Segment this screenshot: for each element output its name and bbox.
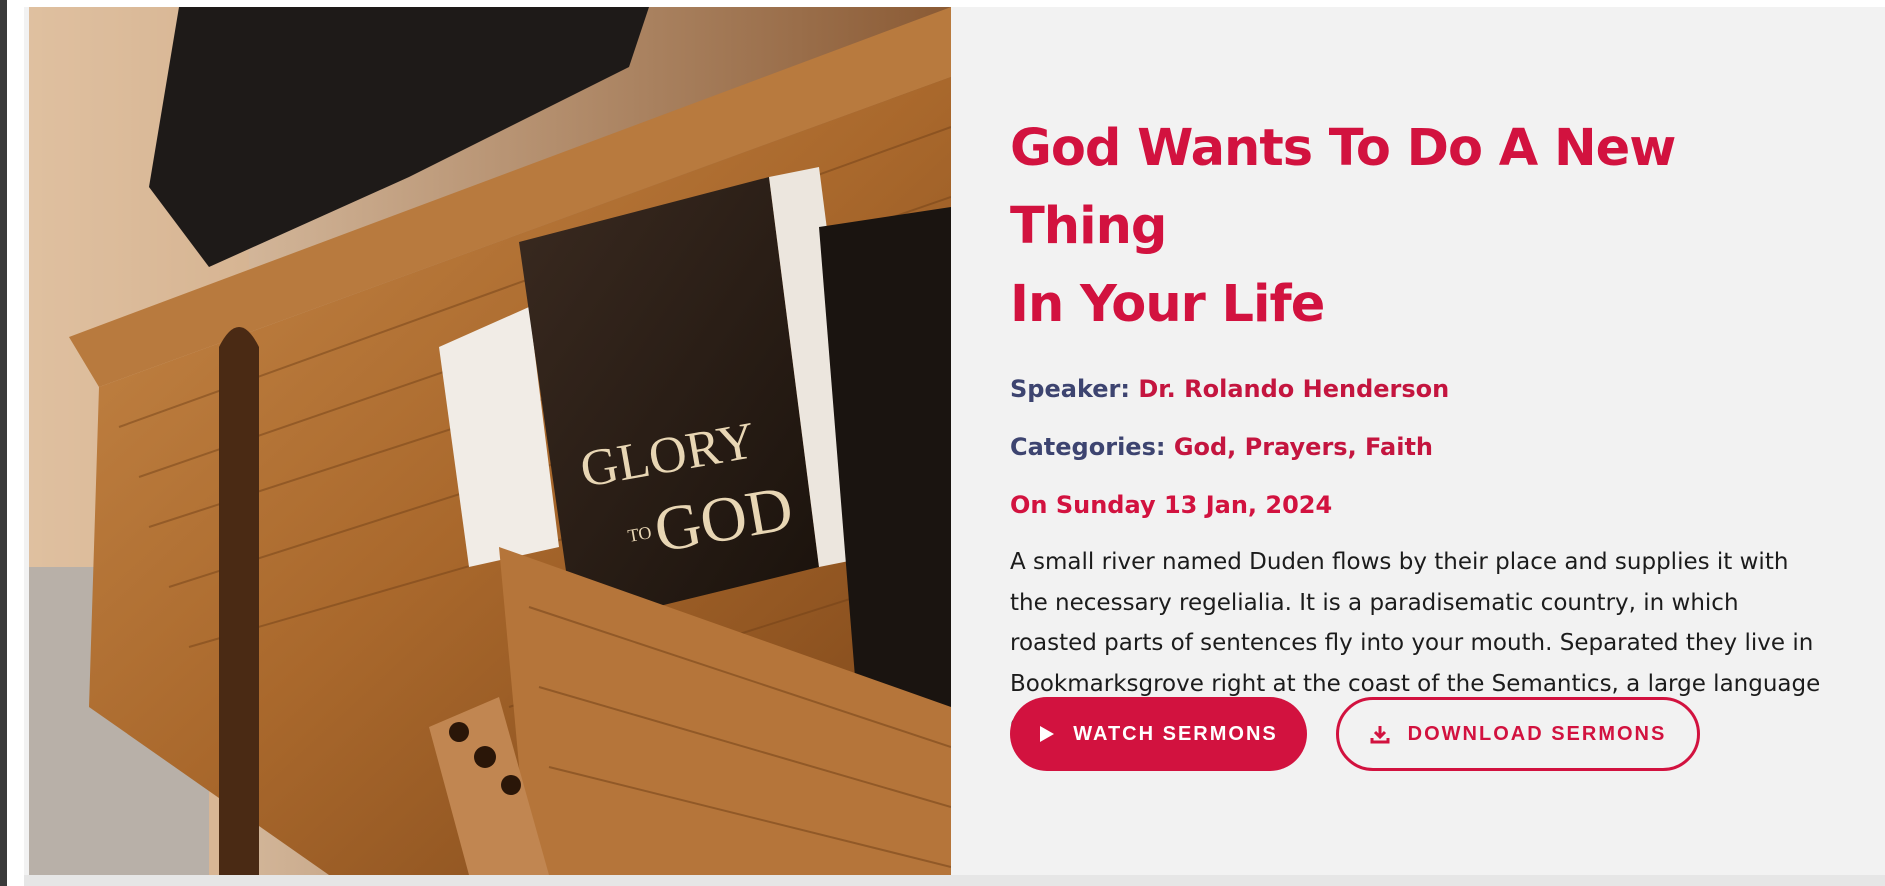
speaker-row: Speaker: Dr. Rolando Henderson [1010, 374, 1830, 404]
card-bottom-strip [24, 875, 1885, 886]
speaker-label: Speaker: [1010, 375, 1130, 403]
sermon-content: God Wants To Do A New Thing In Your Life… [1010, 110, 1830, 745]
watch-sermons-label: WATCH SERMONS [1073, 722, 1278, 745]
speaker-link[interactable]: Dr. Rolando Henderson [1138, 375, 1449, 403]
page-frame: GLORY TO GOD God Wants To Do A New Thing… [0, 0, 1885, 886]
book-text-to: TO [626, 522, 653, 546]
window-edge [0, 0, 7, 886]
categories-links[interactable]: God, Prayers, Faith [1174, 433, 1433, 461]
categories-label: Categories: [1010, 433, 1166, 461]
download-sermons-button[interactable]: DOWNLOAD SERMONS [1336, 697, 1700, 771]
download-icon [1370, 724, 1390, 744]
sermon-title-line2: In Your Life [1010, 275, 1325, 334]
watch-sermons-button[interactable]: WATCH SERMONS [1010, 697, 1307, 771]
sermon-image: GLORY TO GOD [29, 7, 951, 875]
play-icon [1039, 725, 1055, 743]
sermon-title: God Wants To Do A New Thing In Your Life [1010, 110, 1830, 344]
categories-row: Categories: God, Prayers, Faith [1010, 432, 1830, 462]
download-sermons-label: DOWNLOAD SERMONS [1407, 722, 1667, 745]
sermon-title-line1: God Wants To Do A New Thing [1010, 119, 1676, 256]
sermon-date: On Sunday 13 Jan, 2024 [1010, 491, 1333, 519]
